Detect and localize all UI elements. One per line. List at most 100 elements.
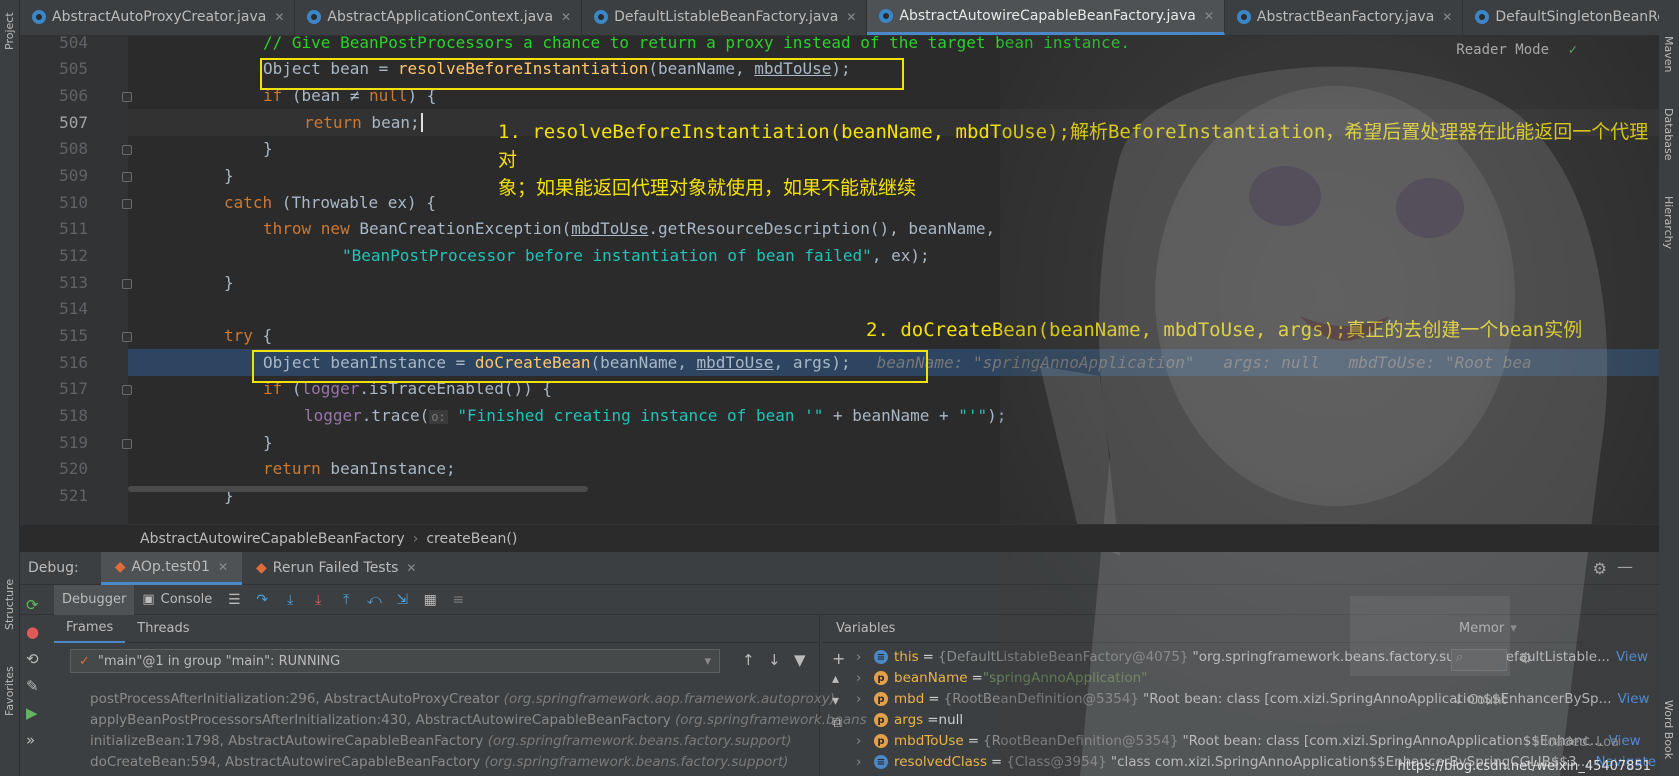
- debugger-tab[interactable]: Debugger: [54, 584, 135, 615]
- tab-default-singleton-bean-registry[interactable]: DefaultSingletonBeanRegistry.java✕: [1463, 0, 1659, 35]
- line-number: 511: [59, 219, 88, 238]
- minimize-icon[interactable]: —: [1617, 557, 1633, 576]
- left-tool-strip: Project Structure Favorites: [0, 0, 20, 776]
- gear-icon[interactable]: ⚙: [1519, 649, 1532, 667]
- thread-selector[interactable]: ✓ "main"@1 in group "main": RUNNING ▾: [70, 649, 720, 673]
- reader-mode-button[interactable]: Reader Mode: [1456, 42, 1549, 58]
- expand-icon[interactable]: ›: [856, 649, 866, 665]
- line-number: 507: [59, 113, 88, 132]
- rerun-icon[interactable]: ⟳: [26, 592, 39, 619]
- class-icon: [1475, 10, 1490, 24]
- resume-icon[interactable]: ▶: [26, 700, 39, 727]
- console-tab[interactable]: ▣ Console: [134, 585, 220, 615]
- scroll-down-icon[interactable]: ▾: [832, 693, 839, 709]
- favorites-tool-button[interactable]: Favorites: [3, 666, 16, 716]
- line-number: 509: [59, 166, 88, 185]
- code-editor[interactable]: 504 505 506 507 508 509 510 511 512 513 …: [20, 36, 1659, 524]
- frame-item[interactable]: applyBeanPostProcessorsAfterInitializati…: [90, 712, 867, 728]
- structure-tool-button[interactable]: Structure: [3, 579, 16, 630]
- close-icon[interactable]: ✕: [561, 10, 571, 24]
- breadcrumb-class[interactable]: AbstractAutowireCapableBeanFactory: [140, 531, 405, 547]
- threads-tab[interactable]: Threads: [125, 615, 201, 643]
- tab-default-listable-bean-factory[interactable]: DefaultListableBeanFactory.java ✕: [582, 0, 868, 35]
- scroll-up-icon[interactable]: ▴: [832, 671, 839, 687]
- arrow-up-icon[interactable]: ↑: [742, 651, 755, 669]
- expand-icon[interactable]: ›: [856, 733, 866, 749]
- memory-tab[interactable]: Memor: [1459, 621, 1504, 636]
- highlight-box-resolve: [260, 58, 904, 90]
- code-line-512: "BeanPostProcessor before instantiation …: [342, 246, 930, 265]
- breadcrumb-method[interactable]: createBean(): [426, 531, 517, 547]
- menu-icon[interactable]: ☰: [225, 591, 243, 609]
- close-icon[interactable]: ✕: [846, 10, 856, 24]
- step-out-icon[interactable]: ⤒: [337, 591, 355, 609]
- maven-tool-button[interactable]: Maven: [1662, 36, 1675, 72]
- code-line-507: return bean;: [304, 113, 423, 132]
- inspection-ok-icon[interactable]: ✓: [1569, 42, 1577, 58]
- count-column-header[interactable]: Count: [1468, 693, 1507, 708]
- close-icon[interactable]: ✕: [274, 10, 284, 24]
- hierarchy-tool-button[interactable]: Hierarchy: [1662, 196, 1675, 249]
- frame-item[interactable]: doCreateBean:594, AbstractAutowireCapabl…: [90, 754, 788, 770]
- fold-marker[interactable]: [122, 385, 132, 395]
- expand-icon[interactable]: ›: [856, 754, 866, 770]
- word-book-tool-button[interactable]: Word Book: [1662, 700, 1675, 759]
- tab-rerun-failed-tests[interactable]: ◆ Rerun Failed Tests ✕: [242, 552, 430, 585]
- arrow-down-icon[interactable]: ↓: [768, 651, 781, 669]
- fold-marker[interactable]: [122, 145, 132, 155]
- expand-icon[interactable]: ›: [856, 670, 866, 686]
- code-line-518: logger.trace(o: "Finished creating insta…: [304, 406, 1007, 425]
- variable-row[interactable]: p args = null: [856, 712, 963, 728]
- database-tool-button[interactable]: Database: [1662, 108, 1675, 161]
- fold-marker[interactable]: [122, 199, 132, 209]
- step-over-icon[interactable]: ↷: [253, 591, 271, 609]
- step-into-icon[interactable]: ⤓: [281, 591, 299, 609]
- force-step-into-icon[interactable]: ⤓: [309, 591, 327, 609]
- close-icon[interactable]: ✕: [218, 560, 228, 574]
- memory-status-text: s loaded. Loa: [1532, 735, 1619, 750]
- gear-icon[interactable]: ⚙: [1593, 559, 1607, 578]
- highlight-box-docreate: [252, 350, 928, 383]
- sort-icon: ↓: [1453, 693, 1469, 708]
- restore-icon[interactable]: ⟲: [26, 646, 39, 673]
- tab-abstract-autowire-capable-bean-factory[interactable]: AbstractAutowireCapableBeanFactory.java ✕: [867, 0, 1225, 35]
- tab-abstract-auto-proxy-creator[interactable]: AbstractAutoProxyCreator.java ✕: [20, 0, 296, 35]
- frame-item[interactable]: initializeBean:1798, AbstractAutowireCap…: [90, 733, 792, 749]
- frame-item[interactable]: postProcessAfterInitialization:296, Abst…: [90, 691, 835, 707]
- trace-icon[interactable]: ≡: [449, 591, 467, 609]
- fold-marker[interactable]: [122, 332, 132, 342]
- horizontal-scrollbar[interactable]: [128, 486, 588, 492]
- expand-icon[interactable]: ›: [856, 691, 866, 707]
- variable-row[interactable]: › p beanName = "springAnnoApplication": [856, 670, 1147, 686]
- code-line-515: try {: [224, 326, 273, 345]
- close-icon[interactable]: ✕: [1442, 10, 1452, 24]
- stop-icon[interactable]: ●: [26, 619, 39, 646]
- line-number: 512: [59, 246, 88, 265]
- close-icon[interactable]: ✕: [1204, 9, 1214, 23]
- line-number: 506: [59, 86, 88, 105]
- project-tool-button[interactable]: Project: [3, 12, 16, 50]
- filter-icon[interactable]: ▼: [794, 651, 806, 669]
- tab-abstract-application-context[interactable]: AbstractApplicationContext.java ✕: [295, 0, 583, 35]
- wrench-icon[interactable]: ✎: [26, 673, 39, 700]
- drop-frame-icon[interactable]: ⤺: [365, 591, 383, 609]
- parameter-icon: p: [874, 713, 888, 727]
- add-watch-icon[interactable]: +: [832, 649, 845, 668]
- tab-abstract-bean-factory[interactable]: AbstractBeanFactory.java ✕: [1225, 0, 1464, 35]
- line-number: 513: [59, 273, 88, 292]
- more-icon[interactable]: »: [26, 727, 39, 754]
- run-to-cursor-icon[interactable]: ⇲: [393, 591, 411, 609]
- frames-tab[interactable]: Frames: [54, 615, 126, 643]
- chevron-down-icon[interactable]: ▾: [1510, 621, 1517, 636]
- line-number: 508: [59, 139, 88, 158]
- fold-marker[interactable]: [122, 92, 132, 102]
- copy-icon[interactable]: ⧉: [832, 715, 842, 731]
- fold-marker[interactable]: [122, 279, 132, 289]
- memory-search-input[interactable]: ⌕: [1451, 649, 1507, 671]
- close-icon[interactable]: ✕: [406, 561, 416, 575]
- fold-marker[interactable]: [122, 439, 132, 449]
- evaluate-icon[interactable]: ▦: [421, 591, 439, 609]
- fold-marker[interactable]: [122, 172, 132, 182]
- tab-aop-test01[interactable]: ◆ AOp.test01 ✕: [100, 551, 242, 585]
- object-icon: ≡: [874, 755, 888, 769]
